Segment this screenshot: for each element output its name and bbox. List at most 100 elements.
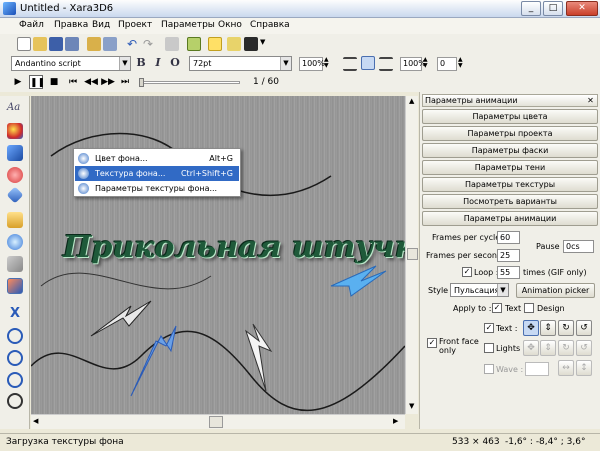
new-icon[interactable] bbox=[17, 37, 31, 51]
color-tool-icon[interactable] bbox=[7, 123, 23, 139]
minimize-button[interactable]: _ bbox=[521, 1, 541, 16]
shadow-options-button[interactable]: Параметры тени bbox=[422, 160, 598, 175]
loop-field[interactable]: 55 bbox=[497, 266, 520, 279]
text-tool-icon[interactable]: Aa bbox=[7, 102, 23, 118]
wave-checkbox[interactable] bbox=[484, 364, 494, 374]
align-left-icon[interactable] bbox=[343, 57, 357, 71]
render-icon[interactable] bbox=[165, 37, 179, 51]
bevel-options-button[interactable]: Параметры фаски bbox=[422, 143, 598, 158]
extrude-tool-icon[interactable] bbox=[7, 278, 23, 294]
frames-per-second-field[interactable]: 25 bbox=[497, 249, 520, 262]
light-flip-icon[interactable]: ↺ bbox=[576, 340, 592, 356]
scroll-thumb[interactable] bbox=[407, 248, 418, 260]
reset-rotation-icon[interactable] bbox=[7, 393, 23, 409]
wave-horizontal-icon[interactable]: ↔ bbox=[558, 360, 574, 376]
texture-tool-icon[interactable] bbox=[7, 256, 23, 272]
view-variants-button[interactable]: Посмотреть варианты bbox=[422, 194, 598, 209]
scroll-right-icon[interactable]: ▶ bbox=[393, 417, 398, 425]
zoom-field-2[interactable]: 100% bbox=[400, 57, 426, 71]
front-face-checkbox[interactable]: ✓ bbox=[427, 338, 437, 348]
copy-icon[interactable] bbox=[103, 37, 117, 51]
texture-options-button[interactable]: Параметры текстуры bbox=[422, 177, 598, 192]
rotate-z-icon[interactable] bbox=[7, 350, 23, 366]
move-xy-icon[interactable]: ✥ bbox=[523, 320, 539, 336]
save-icon[interactable] bbox=[49, 37, 63, 51]
menu-parameters[interactable]: Параметры bbox=[161, 20, 215, 30]
pause-icon[interactable]: ❚❚ bbox=[29, 75, 45, 89]
animation-picker-button[interactable]: Animation picker bbox=[516, 283, 595, 298]
align-center-icon[interactable] bbox=[361, 56, 375, 70]
loop-checkbox[interactable]: ✓ bbox=[462, 267, 472, 277]
spinner-icon[interactable]: ▲ ▼ bbox=[458, 57, 463, 69]
vertical-scrollbar[interactable]: ▲ ▼ bbox=[405, 96, 418, 414]
menu-window[interactable]: Окно bbox=[218, 20, 242, 30]
rotate-icon[interactable]: ↻ bbox=[558, 320, 574, 336]
scroll-up-icon[interactable]: ▲ bbox=[409, 97, 414, 105]
menu-edit[interactable]: Правка bbox=[54, 20, 88, 30]
flip-icon[interactable]: ↺ bbox=[576, 320, 592, 336]
shadow-tool-icon[interactable] bbox=[7, 212, 23, 228]
menu-project[interactable]: Проект bbox=[118, 20, 152, 30]
first-frame-icon[interactable]: ⏮ bbox=[66, 75, 80, 89]
menu-help[interactable]: Справка bbox=[250, 20, 290, 30]
timeline-handle[interactable] bbox=[139, 78, 144, 87]
sphere-tool-icon[interactable] bbox=[7, 167, 23, 183]
spacing-field[interactable]: 0 bbox=[437, 57, 457, 71]
undo-icon[interactable]: ↶ bbox=[127, 37, 141, 51]
scroll-down-icon[interactable]: ▼ bbox=[409, 402, 414, 410]
text-row-checkbox[interactable]: ✓ bbox=[484, 323, 494, 333]
animation-options-button[interactable]: Параметры анимации bbox=[422, 211, 598, 226]
rotate-y-icon[interactable] bbox=[7, 328, 23, 344]
forward-icon[interactable]: ▶▶ bbox=[101, 75, 115, 89]
spinner-icon[interactable]: ▲ ▼ bbox=[324, 57, 329, 69]
maximize-button[interactable]: □ bbox=[543, 1, 563, 16]
close-button[interactable]: ✕ bbox=[566, 1, 598, 16]
project-options-button[interactable]: Параметры проекта bbox=[422, 126, 598, 141]
menu-file[interactable]: Файл bbox=[19, 20, 44, 30]
rewind-icon[interactable]: ◀◀ bbox=[84, 75, 98, 89]
menu-item-background-color[interactable]: Цвет фона... Alt+G bbox=[75, 151, 239, 166]
wave-vertical-icon[interactable]: ↕ bbox=[576, 360, 592, 376]
cut-icon[interactable] bbox=[87, 37, 101, 51]
lights-checkbox[interactable] bbox=[484, 343, 494, 353]
close-icon[interactable]: ✕ bbox=[585, 95, 596, 106]
spin-icon[interactable] bbox=[7, 372, 23, 388]
font-dropdown[interactable]: Andantino script ▼ bbox=[11, 56, 131, 71]
redo-icon[interactable]: ↷ bbox=[143, 37, 157, 51]
bevel-tool-icon[interactable] bbox=[7, 145, 23, 161]
apply-design-checkbox[interactable] bbox=[524, 303, 534, 313]
rotate-x-icon[interactable]: X bbox=[7, 306, 23, 322]
diamond-tool-icon[interactable] bbox=[6, 186, 24, 204]
bold-button[interactable]: B bbox=[134, 56, 148, 70]
menu-item-background-texture[interactable]: Текстура фона... Ctrl+Shift+G bbox=[75, 166, 239, 181]
apply-text-checkbox[interactable]: ✓ bbox=[492, 303, 502, 313]
stop-icon[interactable]: ■ bbox=[47, 75, 61, 89]
light-move-icon[interactable]: ✥ bbox=[523, 340, 539, 356]
animation-icon[interactable] bbox=[187, 37, 201, 51]
pause-field[interactable]: 0cs bbox=[563, 240, 594, 253]
scroll-thumb[interactable] bbox=[209, 416, 223, 428]
menu-item-texture-options[interactable]: Параметры текстуры фона... bbox=[75, 181, 239, 196]
lightbulb-icon[interactable] bbox=[208, 37, 222, 51]
move-z-icon[interactable]: ⇕ bbox=[540, 320, 556, 336]
open-icon[interactable] bbox=[33, 37, 47, 51]
size-dropdown[interactable]: 72pt ▼ bbox=[189, 56, 292, 71]
last-frame-icon[interactable]: ⏭ bbox=[118, 75, 132, 89]
light-z-icon[interactable]: ⇕ bbox=[540, 340, 556, 356]
color-options-button[interactable]: Параметры цвета bbox=[422, 109, 598, 124]
canvas[interactable]: Прикольная штучка bbox=[31, 96, 405, 414]
display-icon[interactable] bbox=[244, 37, 258, 51]
zoom-field-1[interactable]: 100% bbox=[299, 57, 325, 71]
display-dropdown-arrow[interactable]: ▼ bbox=[260, 38, 265, 46]
menu-view[interactable]: Вид bbox=[92, 20, 110, 30]
light-rotate-icon[interactable]: ↻ bbox=[558, 340, 574, 356]
style-dropdown[interactable]: Пульсация ▼ bbox=[450, 283, 509, 297]
scroll-left-icon[interactable]: ◀ bbox=[33, 417, 38, 425]
align-right-icon[interactable] bbox=[379, 57, 393, 71]
horizontal-scrollbar[interactable]: ◀ ▶ bbox=[31, 414, 405, 429]
wand-icon[interactable] bbox=[227, 37, 241, 51]
wave-field[interactable] bbox=[525, 362, 549, 376]
spinner-icon[interactable]: ▲ ▼ bbox=[423, 57, 428, 69]
lighting-tool-icon[interactable] bbox=[7, 234, 23, 250]
timeline-slider[interactable] bbox=[139, 78, 240, 87]
